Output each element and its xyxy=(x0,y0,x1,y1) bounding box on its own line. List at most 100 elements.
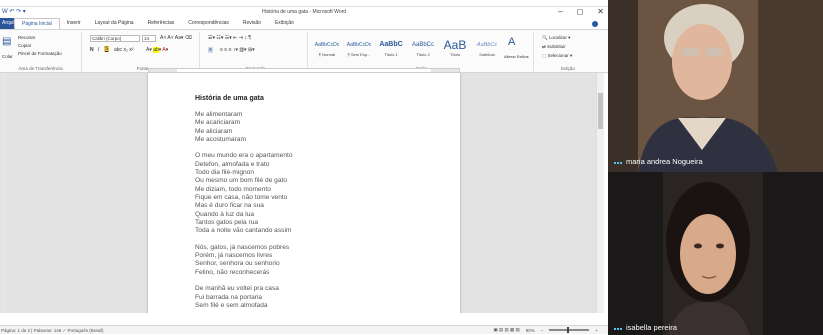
page-count[interactable]: Página: 1 de 2 xyxy=(1,328,30,333)
font-group: Calibri (Corpo) 14 A˄ A˅ Aa▾ ⌫ N I S abc… xyxy=(86,32,200,72)
participant-2-name: isabella pereira xyxy=(614,323,677,332)
zoom-out-button[interactable]: − xyxy=(541,328,544,333)
document-page[interactable]: História de uma gata Me alimentaram Me ac… xyxy=(148,73,460,313)
poem-line: Ou mesmo um bom filé de gato xyxy=(195,177,287,185)
copy-button[interactable]: Copiar xyxy=(18,43,31,48)
editing-group: 🔍 Localizar ▾ ⇄ Substituir ⬚ Selecionar … xyxy=(536,32,600,72)
poem-line: Felino, não reconhecerás xyxy=(195,268,270,276)
video-tile-participant-2[interactable]: isabella pereira xyxy=(608,172,823,335)
status-left: Página: 1 de 2 | Palavras: 146 ✓ Portugu… xyxy=(1,328,104,333)
zoom-slider[interactable] xyxy=(549,327,590,333)
word-window: W ↶ ↷ ▾ História de uma gata - Microsoft… xyxy=(0,6,608,334)
poem-line: Fique em casa, não tome vento xyxy=(195,193,288,201)
tab-mailings[interactable]: Correspondências xyxy=(181,18,236,29)
style-heading-2[interactable]: AaBbCc Título 2 xyxy=(408,38,438,57)
style-no-spacing[interactable]: AaBbCcDc ¶ Sem Esp... xyxy=(344,38,374,57)
list-icons[interactable]: ☰▾ ☷▾ ☵▾ ⇤ ⇥ ↕ ¶ xyxy=(208,35,251,41)
document-area: História de uma gata Me alimentaram Me ac… xyxy=(0,73,596,313)
tab-insert[interactable]: Inserir xyxy=(60,18,88,29)
paragraph-group: ☰▾ ☷▾ ☵▾ ⇤ ⇥ ↕ ¶ ≡ ≡ ≡ ≡ ↕▾ ▥▾ ⊞▾ Parágr… xyxy=(204,32,308,72)
poem-line: Quando à luz da lua xyxy=(195,210,255,218)
strike-sub-sup-icons[interactable]: abc x₂ x² xyxy=(114,47,133,53)
editing-group-label: Edição xyxy=(561,66,575,71)
font-size-field[interactable]: 14 xyxy=(142,35,156,42)
view-buttons[interactable]: ▣ ▤ ▥ ▦ ▧ xyxy=(493,327,519,333)
paste-icon[interactable]: ▤ xyxy=(2,36,11,47)
scrollbar-thumb[interactable] xyxy=(598,93,603,129)
style-title[interactable]: AaB Título xyxy=(440,38,470,57)
poem-line: Nós, gatos, já nascemos pobres xyxy=(195,243,290,251)
style-heading-1[interactable]: AaBbC Título 1 xyxy=(376,38,406,57)
window-title: História de uma gata - Microsoft Word xyxy=(261,9,347,15)
tab-view[interactable]: Exibição xyxy=(268,18,301,29)
document-title: História de uma gata xyxy=(195,95,264,102)
poem-line: Me diziam, todo momento xyxy=(195,185,271,193)
change-styles-icon[interactable]: A xyxy=(508,36,515,48)
proofing-icon[interactable]: ✓ xyxy=(63,328,67,333)
align-left-icon[interactable]: ≡ xyxy=(208,47,213,53)
tab-page-layout[interactable]: Layout da Página xyxy=(88,18,141,29)
styles-group: AaBbCcDc ¶ Normal AaBbCcDc ¶ Sem Esp... Aa… xyxy=(310,32,534,72)
participant-2-label: isabella pereira xyxy=(626,323,677,332)
maximize-button[interactable]: ◻ xyxy=(577,7,584,16)
video-tile-participant-1[interactable]: maria andrea Nogueira xyxy=(608,0,823,172)
style-subtitle[interactable]: AaBbCc Subtítulo xyxy=(472,38,502,57)
vertical-ruler xyxy=(1,73,6,313)
select-button[interactable]: ⬚ Selecionar ▾ xyxy=(542,53,572,59)
bold-button[interactable]: N xyxy=(90,47,94,53)
style-normal[interactable]: AaBbCcDc ¶ Normal xyxy=(312,38,342,57)
zoom-level[interactable]: 90% xyxy=(526,328,535,333)
help-icon[interactable] xyxy=(592,20,598,27)
poem-line: Me acariciaram xyxy=(195,119,241,127)
tab-review[interactable]: Revisão xyxy=(236,18,268,29)
font-name-field[interactable]: Calibri (Corpo) xyxy=(90,35,140,42)
paste-button[interactable]: Colar xyxy=(2,54,13,59)
audio-level-icon xyxy=(614,326,622,330)
format-painter-button[interactable]: Pincel de Formatação xyxy=(18,51,62,56)
underline-button[interactable]: S xyxy=(104,46,110,52)
zoom-in-button[interactable]: + xyxy=(595,328,598,333)
poem-body[interactable]: Me alimentaram Me acariciaram Me aliciaram… xyxy=(195,111,435,310)
participant-1-label: maria andrea Nogueira xyxy=(626,157,703,166)
participant-2-video xyxy=(608,172,823,335)
audio-level-icon xyxy=(614,160,622,164)
status-right: ▣ ▤ ▥ ▦ ▧ 90% − + xyxy=(493,327,598,333)
tab-file[interactable]: Arquivo xyxy=(0,18,19,29)
poem-line: Todo dia filé-mignon xyxy=(195,169,255,177)
language-indicator[interactable]: Português (Brasil) xyxy=(68,328,104,333)
poem-line: De manhã eu voltei pra casa xyxy=(195,285,279,293)
poem-line: Porém, já nascemos livres xyxy=(195,252,273,260)
change-styles-button[interactable]: Alterar Estilos xyxy=(504,54,529,59)
poem-line: Toda a noite vão cantando assim xyxy=(195,227,292,235)
stanza-gap xyxy=(195,277,435,285)
grow-shrink-font-icons[interactable]: A˄ A˅ Aa▾ ⌫ xyxy=(160,35,192,41)
status-bar: Página: 1 de 2 | Palavras: 146 ✓ Portugu… xyxy=(0,325,608,334)
stanza-gap xyxy=(195,235,435,243)
word-count[interactable]: Palavras: 146 xyxy=(34,328,62,333)
tab-home[interactable]: Página Inicial xyxy=(14,18,60,29)
participant-1-video xyxy=(608,0,823,172)
close-button[interactable]: ✕ xyxy=(597,7,604,16)
poem-line: Fui barrada na portaria xyxy=(195,293,263,301)
select-label: Selecionar xyxy=(547,53,569,58)
italic-button[interactable]: I xyxy=(98,47,99,53)
minimize-button[interactable]: – xyxy=(558,7,562,16)
replace-label: Substituir xyxy=(547,44,566,49)
tab-references[interactable]: Referências xyxy=(141,18,182,29)
stanza-gap xyxy=(195,144,435,152)
text-effects-icons[interactable]: A▾ ab▾ A▾ xyxy=(146,47,168,53)
ribbon-tabs: Arquivo Página Inicial Inserir Layout da… xyxy=(0,18,608,29)
find-label: Localizar xyxy=(548,35,567,40)
replace-button[interactable]: ⇄ Substituir xyxy=(542,44,566,50)
cut-button[interactable]: Recortar xyxy=(18,35,35,40)
poem-line: Sem filé e sem almofada xyxy=(195,301,268,309)
vertical-scrollbar[interactable] xyxy=(596,73,604,313)
poem-line: O meu mundo era o apartamento xyxy=(195,152,293,160)
window-controls: – ◻ ✕ xyxy=(558,7,604,16)
poem-line: Senhor, senhora ou senhorio xyxy=(195,260,280,268)
poem-line: Me alimentaram xyxy=(195,111,243,118)
find-button[interactable]: 🔍 Localizar ▾ xyxy=(542,35,570,41)
poem-line: Me aliciaram xyxy=(195,127,233,135)
alignment-icons[interactable]: ≡ ≡ ≡ ↕▾ ▥▾ ⊞▾ xyxy=(220,47,255,53)
poem-line: Me acostumaram xyxy=(195,135,246,143)
